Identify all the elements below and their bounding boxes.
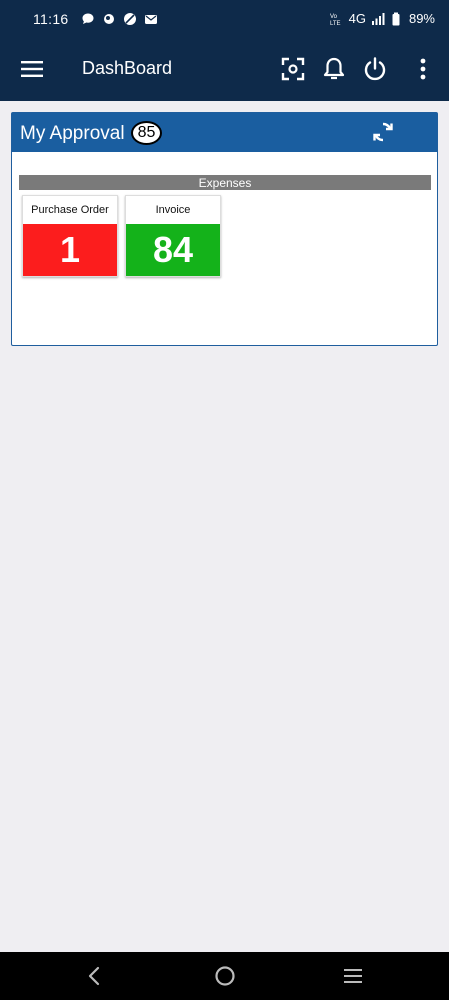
invoice-tile[interactable]: Invoice 84 [125, 195, 221, 277]
svg-text:Vo: Vo [330, 14, 338, 20]
app-bar: DashBoard [0, 37, 449, 101]
leaf-icon [123, 12, 136, 25]
purchase-order-tile[interactable]: Purchase Order 1 [22, 195, 118, 277]
volte-icon: VoLTE [330, 14, 341, 26]
tile-value: 1 [23, 224, 117, 276]
card-header: My Approval 85 [12, 113, 437, 152]
app-icon [103, 13, 114, 24]
home-icon[interactable] [214, 965, 236, 987]
approval-card: My Approval 85 Expenses Purchase Order 1… [11, 112, 438, 346]
network-type: 4G [348, 11, 366, 26]
status-left: 11:16 [33, 11, 158, 27]
power-icon[interactable] [362, 56, 388, 82]
card-title: My Approval [20, 123, 125, 144]
tile-label: Invoice [155, 204, 191, 216]
recents-icon[interactable] [342, 965, 364, 987]
menu-icon[interactable] [20, 57, 44, 81]
mail-icon [144, 14, 157, 24]
system-nav-bar [0, 952, 449, 1000]
notification-icons [81, 12, 158, 26]
status-bar: 11:16 Vo LTE 4G 89% [0, 0, 449, 37]
section-header-expenses: Expenses [19, 175, 431, 190]
back-icon[interactable] [84, 965, 106, 987]
chat-icon [82, 13, 93, 24]
scan-icon[interactable] [280, 56, 306, 82]
status-right: Vo LTE 4G 89% [330, 11, 435, 26]
battery-icon [392, 12, 400, 25]
svg-text:LTE: LTE [330, 21, 341, 26]
page-title: DashBoard [82, 58, 173, 78]
tile-value: 84 [126, 224, 220, 276]
approval-count-badge: 85 [131, 121, 162, 145]
signal-icon [371, 12, 385, 25]
more-vert-icon[interactable] [410, 56, 436, 82]
bell-icon[interactable] [321, 56, 347, 82]
tile-label: Purchase Order [31, 204, 109, 216]
battery-level: 89% [408, 11, 435, 26]
status-time: 11:16 [33, 10, 69, 27]
refresh-icon[interactable] [371, 120, 395, 144]
